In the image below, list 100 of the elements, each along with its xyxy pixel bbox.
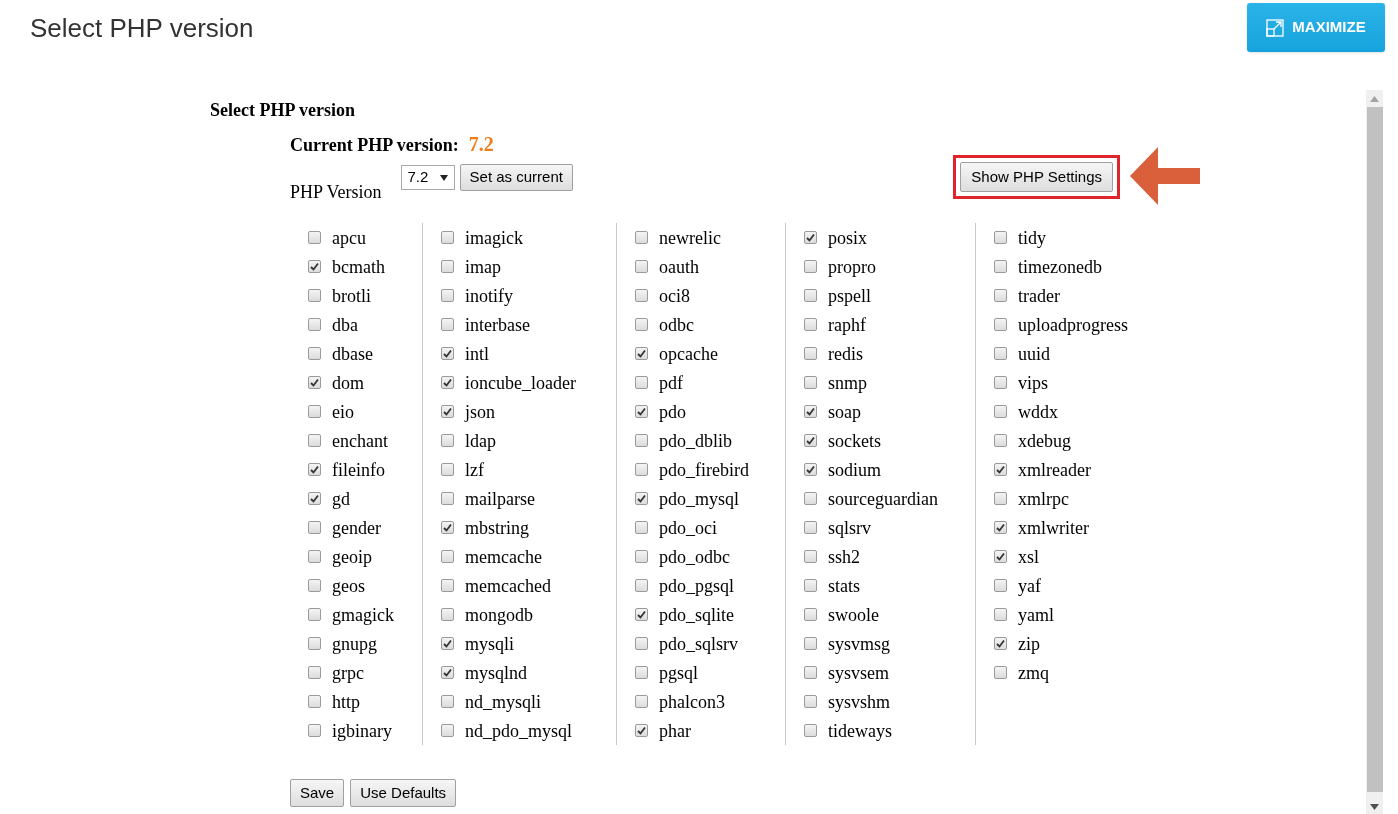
checkbox[interactable] (635, 724, 648, 737)
checkbox[interactable] (635, 260, 648, 273)
checkbox[interactable] (635, 695, 648, 708)
checkbox[interactable] (994, 521, 1007, 534)
checkbox[interactable] (804, 724, 817, 737)
checkbox[interactable] (804, 318, 817, 331)
checkbox[interactable] (441, 289, 454, 302)
checkbox[interactable] (308, 347, 321, 360)
checkbox[interactable] (441, 434, 454, 447)
checkbox[interactable] (635, 608, 648, 621)
checkbox[interactable] (994, 318, 1007, 331)
checkbox[interactable] (804, 550, 817, 563)
checkbox[interactable] (635, 463, 648, 476)
checkbox[interactable] (308, 521, 321, 534)
checkbox[interactable] (441, 521, 454, 534)
checkbox[interactable] (308, 550, 321, 563)
checkbox[interactable] (308, 405, 321, 418)
checkbox[interactable] (994, 666, 1007, 679)
extension-label: interbase (465, 313, 530, 336)
checkbox[interactable] (635, 231, 648, 244)
checkbox[interactable] (804, 695, 817, 708)
checkbox[interactable] (804, 492, 817, 505)
php-version-label: PHP Version (290, 181, 382, 204)
checkbox[interactable] (635, 666, 648, 679)
checkbox[interactable] (804, 289, 817, 302)
checkbox[interactable] (635, 492, 648, 505)
checkbox[interactable] (441, 492, 454, 505)
checkbox[interactable] (441, 695, 454, 708)
checkbox[interactable] (441, 318, 454, 331)
checkbox[interactable] (635, 521, 648, 534)
checkbox[interactable] (308, 260, 321, 273)
checkbox[interactable] (994, 260, 1007, 273)
scroll-down-icon[interactable] (1370, 804, 1379, 810)
checkbox[interactable] (994, 608, 1007, 621)
checkbox[interactable] (441, 608, 454, 621)
checkbox[interactable] (994, 550, 1007, 563)
checkbox[interactable] (994, 347, 1007, 360)
checkbox[interactable] (308, 579, 321, 592)
show-settings-button[interactable]: Show PHP Settings (960, 162, 1113, 192)
checkbox[interactable] (635, 376, 648, 389)
checkbox[interactable] (441, 376, 454, 389)
scrollbar[interactable] (1366, 90, 1383, 814)
checkbox[interactable] (308, 434, 321, 447)
checkbox[interactable] (635, 434, 648, 447)
checkbox[interactable] (994, 434, 1007, 447)
checkbox[interactable] (804, 579, 817, 592)
checkbox[interactable] (635, 405, 648, 418)
checkbox[interactable] (994, 376, 1007, 389)
checkbox[interactable] (804, 463, 817, 476)
checkbox[interactable] (308, 695, 321, 708)
checkbox[interactable] (441, 637, 454, 650)
set-current-button[interactable]: Set as current (459, 164, 573, 191)
checkbox[interactable] (441, 463, 454, 476)
checkbox[interactable] (804, 521, 817, 534)
checkbox[interactable] (994, 289, 1007, 302)
checkbox[interactable] (308, 666, 321, 679)
checkbox[interactable] (441, 231, 454, 244)
checkbox[interactable] (994, 405, 1007, 418)
version-select[interactable]: 7.2 (400, 165, 455, 190)
checkbox[interactable] (308, 724, 321, 737)
extension-label: soap (828, 400, 861, 423)
checkbox[interactable] (994, 463, 1007, 476)
checkbox[interactable] (804, 434, 817, 447)
checkbox[interactable] (804, 347, 817, 360)
checkbox[interactable] (308, 376, 321, 389)
checkbox[interactable] (635, 579, 648, 592)
checkbox[interactable] (308, 231, 321, 244)
checkbox[interactable] (308, 289, 321, 302)
scroll-up-icon[interactable] (1370, 96, 1379, 102)
checkbox[interactable] (635, 318, 648, 331)
checkbox[interactable] (441, 405, 454, 418)
save-button[interactable]: Save (290, 779, 345, 807)
checkbox[interactable] (994, 637, 1007, 650)
checkbox[interactable] (308, 492, 321, 505)
extension-label: oauth (659, 255, 699, 278)
checkbox[interactable] (804, 231, 817, 244)
checkbox[interactable] (994, 492, 1007, 505)
checkbox[interactable] (308, 463, 321, 476)
checkbox[interactable] (804, 637, 817, 650)
checkbox[interactable] (804, 666, 817, 679)
checkbox[interactable] (441, 579, 454, 592)
checkbox[interactable] (308, 637, 321, 650)
use-defaults-button[interactable]: Use Defaults (350, 779, 457, 807)
checkbox[interactable] (635, 289, 648, 302)
checkbox[interactable] (441, 724, 454, 737)
checkbox[interactable] (441, 550, 454, 563)
checkbox[interactable] (308, 608, 321, 621)
checkbox[interactable] (441, 347, 454, 360)
checkbox[interactable] (441, 666, 454, 679)
checkbox[interactable] (994, 579, 1007, 592)
checkbox[interactable] (441, 260, 454, 273)
checkbox[interactable] (804, 376, 817, 389)
checkbox[interactable] (804, 405, 817, 418)
checkbox[interactable] (635, 347, 648, 360)
checkbox[interactable] (994, 231, 1007, 244)
checkbox[interactable] (804, 608, 817, 621)
checkbox[interactable] (804, 260, 817, 273)
checkbox[interactable] (308, 318, 321, 331)
checkbox[interactable] (635, 550, 648, 563)
checkbox[interactable] (635, 637, 648, 650)
